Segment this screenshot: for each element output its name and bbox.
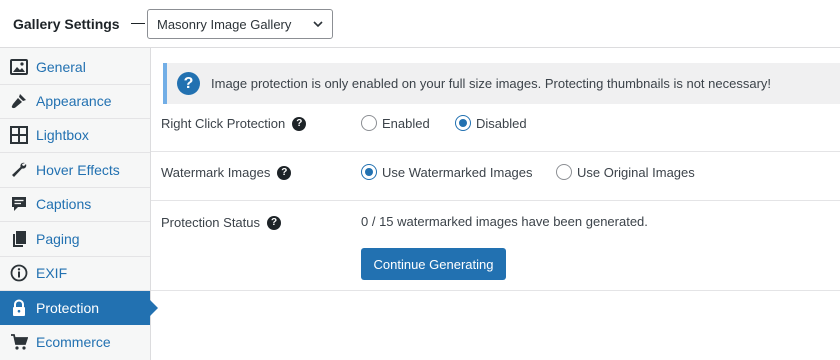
radio-circle[interactable]: [455, 115, 471, 131]
sidebar-item-hover-effects[interactable]: Hover Effects: [0, 153, 150, 187]
radio-use-watermarked[interactable]: Use Watermarked Images: [361, 164, 533, 180]
radio-label: Use Original Images: [577, 164, 695, 180]
info-icon: [10, 264, 28, 282]
sidebar-item-label: EXIF: [36, 265, 68, 281]
pages-icon: [10, 230, 28, 248]
sidebar-item-exif[interactable]: EXIF: [0, 256, 150, 290]
title-separator: [130, 23, 145, 24]
help-icon[interactable]: ?: [292, 116, 307, 131]
speech-bubble-icon: [10, 195, 28, 213]
row-divider: [151, 151, 840, 152]
sidebar-item-protection[interactable]: Protection: [0, 291, 158, 325]
gallery-select[interactable]: Masonry Image Gallery: [147, 9, 333, 39]
sidebar-item-captions[interactable]: Captions: [0, 187, 150, 221]
notice-text: Image protection is only enabled on your…: [211, 76, 772, 91]
sidebar-item-label: Hover Effects: [36, 162, 120, 178]
gallery-select-value: Masonry Image Gallery: [157, 16, 292, 32]
wrench-icon: [10, 161, 28, 179]
radio-circle[interactable]: [361, 115, 377, 131]
sidebar-item-label: Ecommerce: [36, 334, 111, 350]
radio-circle[interactable]: [361, 164, 377, 180]
sidebar-item-label: Lightbox: [36, 127, 89, 143]
setting-label: Watermark Images: [161, 165, 271, 180]
lock-icon: [10, 299, 28, 317]
grid-icon: [10, 126, 28, 144]
brush-icon: [10, 92, 28, 110]
protection-status-text: 0 / 15 watermarked images have been gene…: [361, 214, 648, 229]
chevron-down-icon: [313, 21, 323, 28]
question-icon: ?: [177, 72, 200, 95]
right-click-protection-label: Right Click Protection ?: [161, 116, 307, 131]
watermark-images-label: Watermark Images ?: [161, 165, 292, 180]
settings-sidebar: General Appearance Lightbox Hover Effect…: [0, 48, 158, 360]
help-icon[interactable]: ?: [267, 215, 281, 230]
sidebar-item-label: Paging: [36, 231, 80, 247]
sidebar-item-lightbox[interactable]: Lightbox: [0, 118, 150, 152]
radio-label: Use Watermarked Images: [382, 164, 533, 180]
row-divider: [151, 290, 840, 291]
page-header: Gallery Settings: [0, 0, 840, 48]
cart-icon: [10, 333, 28, 351]
sidebar-item-label: Captions: [36, 196, 92, 212]
sidebar-item-label: Protection: [36, 300, 100, 316]
radio-label: Enabled: [382, 115, 430, 131]
radio-disabled[interactable]: Disabled: [455, 115, 527, 131]
radio-circle[interactable]: [556, 164, 572, 180]
radio-enabled[interactable]: Enabled: [361, 115, 430, 131]
sidebar-item-paging[interactable]: Paging: [0, 222, 150, 256]
setting-label: Protection Status: [161, 215, 260, 230]
setting-label: Right Click Protection: [161, 116, 286, 131]
page-title: Gallery Settings: [13, 15, 120, 32]
sidebar-item-label: General: [36, 59, 86, 75]
help-icon[interactable]: ?: [277, 165, 292, 180]
sidebar-item-general[interactable]: General: [0, 50, 150, 84]
continue-generating-button[interactable]: Continue Generating: [361, 248, 506, 280]
info-notice: ? Image protection is only enabled on yo…: [163, 63, 840, 104]
radio-label: Disabled: [476, 115, 527, 131]
image-icon: [10, 58, 28, 76]
protection-status-label: Protection Status ?: [161, 215, 281, 230]
sidebar-item-label: Appearance: [36, 93, 112, 109]
row-divider: [151, 200, 840, 201]
sidebar-item-appearance[interactable]: Appearance: [0, 84, 150, 118]
sidebar-item-ecommerce[interactable]: Ecommerce: [0, 325, 150, 359]
radio-use-original[interactable]: Use Original Images: [556, 164, 695, 180]
